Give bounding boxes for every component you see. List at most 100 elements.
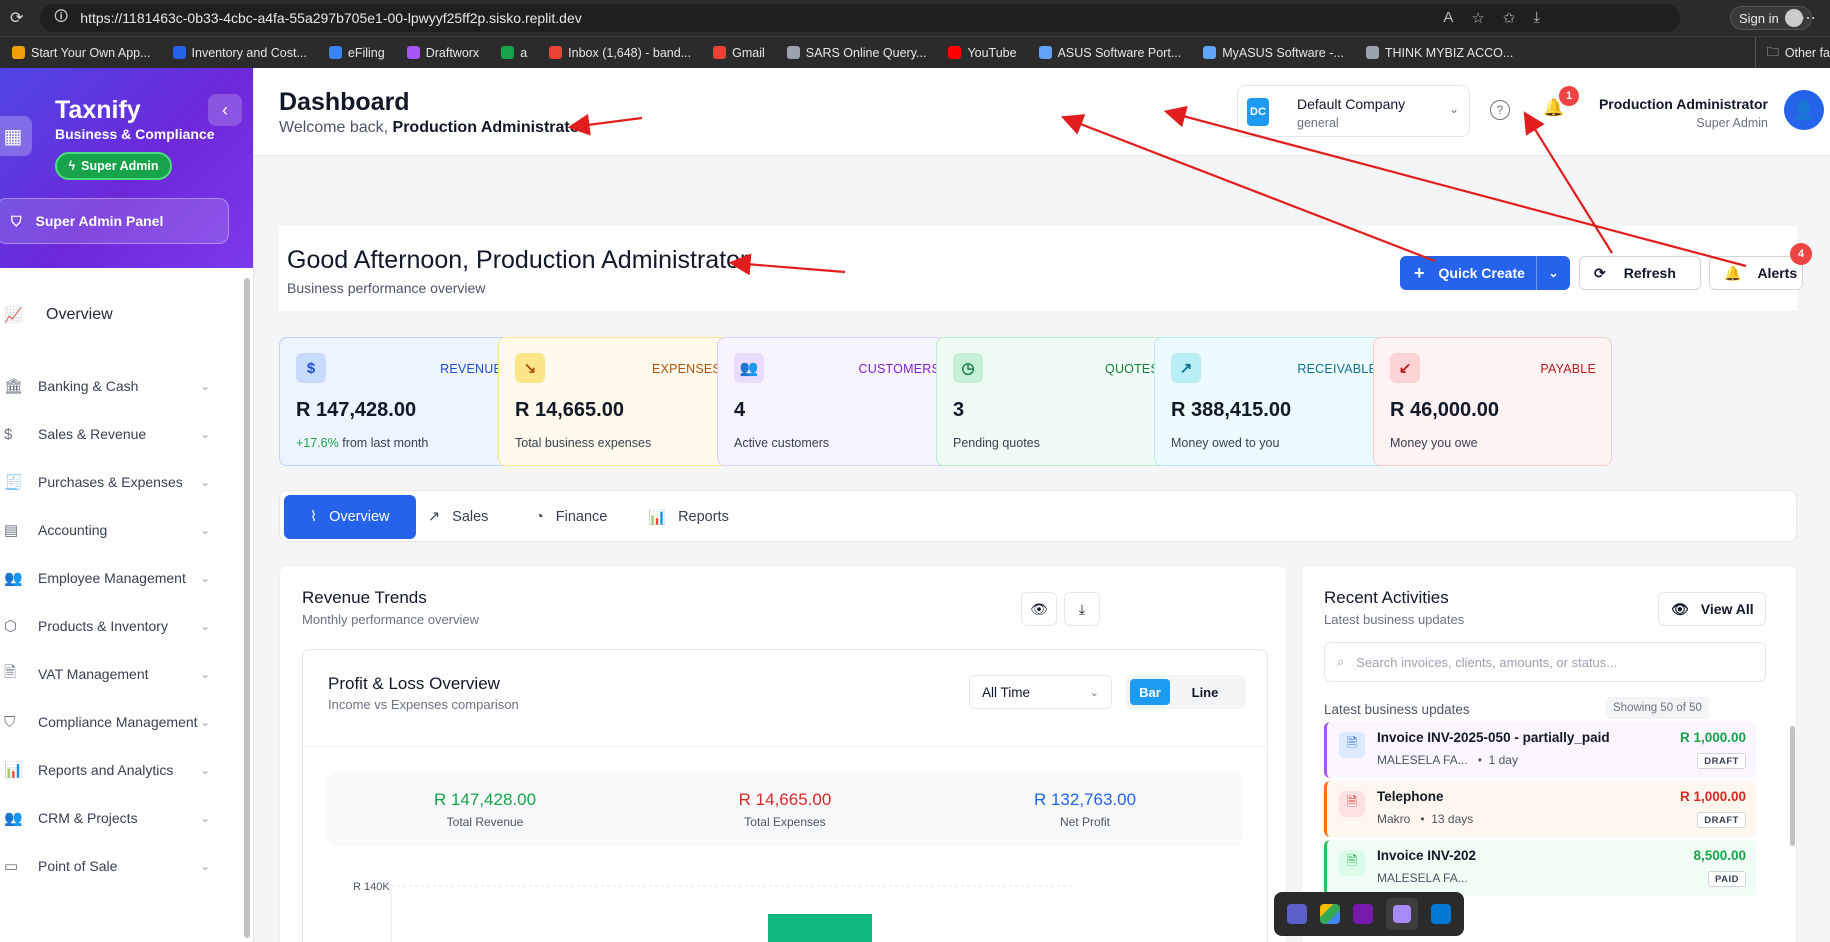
sign-in-label: Sign in [1739, 10, 1779, 26]
tab-sales[interactable]: ↗ Sales [428, 495, 488, 539]
feather-app-icon[interactable] [1386, 898, 1419, 930]
sidebar-item-label: Sales & Revenue [38, 426, 147, 442]
bookmark-item[interactable]: THINK MYBIZ ACCO... [1365, 46, 1513, 60]
bookmark-item[interactable]: SARS Online Query... [786, 46, 926, 60]
tab-finance[interactable]: ◔ Finance [535, 495, 607, 539]
sidebar-item-reports-and-analytics[interactable]: 📊 Reports and Analytics ⌄ [0, 752, 218, 788]
stat-label: REVENUE [440, 362, 502, 376]
bookmark-item[interactable]: a [501, 46, 527, 60]
refresh-button[interactable]: ⟳ Refresh [1579, 256, 1701, 290]
site-info-icon[interactable]: 🛈 [54, 6, 68, 30]
main-content: Good Afternoon, Production Administrator… [254, 156, 1830, 942]
bar-chart-toggle[interactable]: Bar [1130, 679, 1170, 705]
teams-icon[interactable] [1286, 904, 1307, 924]
role-badge: ϟ Super Admin [55, 152, 172, 180]
sidebar-item-label: Reports and Analytics [38, 762, 174, 778]
activity-item[interactable]: 🗎 Invoice INV-202 MALESELA FA... 8,500.00 PA… [1324, 840, 1756, 896]
stat-subtext-label: Pending quotes [953, 436, 1040, 450]
sidebar-item-sales-revenue[interactable]: $ Sales & Revenue ⌄ [0, 416, 218, 452]
bookmark-item[interactable]: MyASUS Software -... [1203, 46, 1344, 60]
other-favorites-label: Other fa [1784, 46, 1830, 60]
stat-value: R 388,415.00 [1171, 399, 1292, 421]
sidebar-item-accounting[interactable]: ▤ Accounting ⌄ [0, 512, 218, 548]
bookmark-item[interactable]: Inventory and Cost... [172, 46, 307, 60]
read-aloud-icon[interactable]: A [1443, 9, 1453, 27]
downloads-icon[interactable]: ⤓ [1533, 9, 1540, 27]
pie-chart-icon: ◔ [535, 509, 544, 525]
bookmark-item[interactable]: YouTube [948, 46, 1017, 60]
collapse-sidebar-button[interactable]: ‹ [208, 94, 242, 126]
bookmark-item[interactable]: Gmail [713, 46, 765, 60]
activity-title: Invoice INV-202 [1377, 848, 1477, 863]
help-icon[interactable]: ? [1490, 100, 1510, 120]
stat-subtext: Money you owe [1390, 436, 1478, 450]
user-icon: 👤 [1792, 99, 1816, 120]
stat-subtext: Pending quotes [953, 436, 1040, 450]
user-avatar[interactable]: 👤 [1784, 90, 1824, 130]
company-selector[interactable]: DC Default Company general ⌄ [1237, 85, 1470, 137]
taskbar-flyout [1274, 892, 1464, 936]
quick-create-button[interactable]: + Quick Create ⌄ [1400, 256, 1570, 290]
activity-scrollbar[interactable] [1790, 726, 1795, 846]
line-chart-toggle[interactable]: Line [1178, 679, 1232, 705]
revenue-bar[interactable] [768, 914, 872, 942]
bookmark-label: Inbox (1,648) - band... [568, 45, 692, 60]
chevron-down-icon[interactable]: ⌄ [1536, 256, 1570, 290]
sidebar-item-vat-management[interactable]: 🗎 VAT Management ⌄ [0, 656, 218, 692]
sidebar-item-overview[interactable]: 📈 Overview [0, 290, 218, 340]
bookmark-item[interactable]: Inbox (1,648) - band... [549, 46, 691, 60]
sidebar-item-point-of-sale[interactable]: ▭ Point of Sale ⌄ [0, 848, 218, 884]
bookmark-item[interactable]: Start Your Own App... [12, 46, 151, 60]
sidebar-item-label: Compliance Management [38, 714, 198, 730]
bookmark-item[interactable]: eFiling [328, 46, 385, 60]
activity-item[interactable]: 🗎 Telephone Makro • 13 days R 1,000.00 DRAFT [1324, 781, 1756, 837]
bolt-icon: ϟ [68, 159, 76, 173]
stat-subtext: +17.6% from last month [296, 436, 428, 450]
company-name: Default Company [1297, 96, 1406, 112]
sidebar-item-banking-cash[interactable]: 🏛 Banking & Cash ⌄ [0, 368, 218, 404]
url-text[interactable]: https://1181463c-0b33-4cbc-a4fa-55a297b7… [80, 10, 581, 26]
tab-reports[interactable]: 📊 Reports [648, 495, 729, 539]
alerts-button[interactable]: 🔔 Alerts [1709, 256, 1803, 290]
sidebar-item-compliance-management[interactable]: ⛉ Compliance Management ⌄ [0, 704, 218, 740]
welcome-text: Welcome back, Production Administrator [279, 119, 586, 137]
other-favorites[interactable]: 🗀 Other fa [1755, 37, 1830, 68]
stat-label: CUSTOMERS [858, 362, 940, 376]
view-all-button[interactable]: 👁 View All [1658, 592, 1766, 626]
google-drive-icon[interactable] [1319, 904, 1340, 924]
address-bar[interactable]: 🛈 https://1181463c-0b33-4cbc-a4fa-55a297… [40, 4, 1680, 32]
reload-icon[interactable]: ⟳ [10, 8, 30, 28]
recent-activities-subtitle: Latest business updates [1324, 612, 1465, 627]
search-placeholder: Search invoices, clients, amounts, or st… [1356, 654, 1618, 670]
store-icon[interactable] [1431, 904, 1452, 924]
net-profit-value: R 132,763.00 [1033, 790, 1137, 809]
bookmark-icon [549, 46, 563, 59]
sidebar-item-employee-management[interactable]: 👥 Employee Management ⌄ [0, 560, 218, 596]
favorites-icon[interactable]: ✩ [1503, 9, 1516, 27]
plus-icon: + [1414, 262, 1425, 283]
activity-item[interactable]: 🗎 Invoice INV-2025-050 - partially_paid MA… [1324, 722, 1756, 778]
sidebar-item-purchases-expenses[interactable]: 🧾 Purchases & Expenses ⌄ [0, 464, 218, 500]
stat-icon: ◷ [953, 353, 983, 383]
tab-overview[interactable]: ⌇ Overview [284, 495, 416, 539]
greeting-subtitle: Business performance overview [287, 280, 486, 296]
bank-icon: 🏛 [4, 378, 24, 395]
bookmark-icon [786, 46, 800, 59]
view-all-label: View All [1700, 601, 1754, 617]
sidebar-scrollbar[interactable] [244, 278, 250, 938]
sidebar-item-crm-projects[interactable]: 👥 CRM & Projects ⌄ [0, 800, 218, 836]
view-button[interactable]: 👁 [1021, 592, 1057, 626]
download-button[interactable]: ⤓ [1064, 592, 1100, 626]
more-options-icon[interactable]: ⋯ [1800, 8, 1816, 28]
bookmark-item[interactable]: ASUS Software Port... [1038, 46, 1181, 60]
period-select[interactable]: All Time ⌄ [969, 675, 1112, 709]
bookmark-label: Draftworx [425, 45, 480, 60]
super-admin-panel-button[interactable]: ⛉ Super Admin Panel [0, 198, 229, 244]
stat-value: 4 [734, 399, 746, 421]
favorite-star-icon[interactable]: ☆ [1471, 9, 1484, 27]
activity-search-input[interactable]: ⌕ Search invoices, clients, amounts, or … [1324, 642, 1766, 682]
bookmark-item[interactable]: Draftworx [406, 45, 480, 60]
stat-subtext: Money owed to you [1171, 436, 1279, 450]
onenote-icon[interactable] [1352, 904, 1373, 924]
sidebar-item-products-inventory[interactable]: ⬡ Products & Inventory ⌄ [0, 608, 218, 644]
